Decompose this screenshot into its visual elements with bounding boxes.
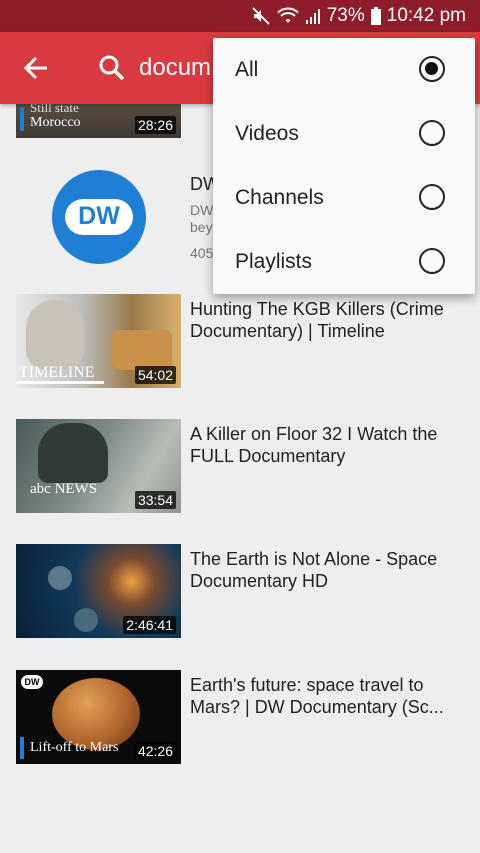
thumbnail-overlay-text: abc NEWS [30,481,98,497]
radio-unselected-icon[interactable] [419,184,445,210]
thumbnail-gun [112,330,172,370]
menu-item-playlists[interactable]: Playlists [213,230,475,294]
clock: 10:42 pm [386,5,466,26]
video-thumbnail: abc NEWS 33:54 [16,419,181,513]
menu-item-label: Playlists [235,250,313,273]
thumbnail-overlay-label [20,107,24,131]
channel-video-count: 405 [190,245,214,261]
thumbnail-soldier [38,423,108,483]
thumbnail-overlay-text: Morocco [30,115,81,130]
video-title: Hunting The KGB Killers (Crime Documenta… [190,299,444,341]
list-item-video[interactable]: 2:46:41 The Earth is Not Alone - Space D… [0,544,480,644]
signal-icon [305,7,321,25]
menu-item-all[interactable]: All [213,38,475,102]
channel-avatar: DW [52,170,146,264]
search-icon[interactable] [98,54,126,82]
back-arrow-icon[interactable] [22,54,50,82]
video-title: A Killer on Floor 32 I Watch the FULL Do… [190,424,438,466]
radio-selected-icon[interactable] [419,56,445,82]
channel-logo-text: DW [78,202,120,230]
list-item-video[interactable]: DW Lift-off to Mars 42:26 Earth's future… [0,670,480,770]
battery-icon [370,7,381,25]
video-thumbnail: TIMELINE 54:02 [16,294,181,388]
wifi-icon [277,7,299,25]
mute-icon [251,6,271,26]
dw-badge-icon: DW [21,675,43,689]
menu-item-channels[interactable]: Channels [213,166,475,230]
battery-text: 73% [326,5,365,26]
thumbnail-planet [48,566,72,590]
list-item-video[interactable]: abc NEWS 33:54 A Killer on Floor 32 I Wa… [0,419,480,519]
menu-item-label: Channels [235,186,324,209]
menu-item-label: Videos [235,122,299,145]
menu-item-videos[interactable]: Videos [213,102,475,166]
thumbnail-face [26,300,84,370]
list-item-video[interactable]: TIMELINE 54:02 Hunting The KGB Killers (… [0,294,480,394]
video-duration: 2:46:41 [123,616,176,634]
channel-description-line: bey [190,219,213,235]
thumbnail-overlay-label [20,737,24,759]
status-bar: 73% 10:42 pm [0,0,480,32]
channel-description-line: DW [190,202,214,218]
video-thumbnail: 2:46:41 [16,544,181,638]
thumbnail-planet [74,608,98,632]
radio-unselected-icon[interactable] [419,120,445,146]
thumbnail-overlay-text: Lift-off to Mars [30,740,119,755]
video-duration: 28:26 [134,116,176,134]
screen: { "status_bar": { "battery": "73%", "tim… [0,0,480,853]
radio-unselected-icon[interactable] [419,248,445,274]
video-duration: 54:02 [134,366,176,384]
video-thumbnail: DW Lift-off to Mars 42:26 [16,670,181,764]
filter-menu: All Videos Channels Playlists [213,38,475,294]
search-query-input[interactable]: docum [139,54,211,82]
video-duration: 33:54 [134,491,176,509]
video-title: The Earth is Not Alone - Space Documenta… [190,549,438,591]
thumbnail-progress [16,381,104,384]
thumbnail-overlay-text: TIMELINE [19,364,95,381]
video-duration: 42:26 [134,742,176,760]
menu-item-label: All [235,58,259,81]
video-title: Earth's future: space travel to Mars? | … [190,675,444,717]
